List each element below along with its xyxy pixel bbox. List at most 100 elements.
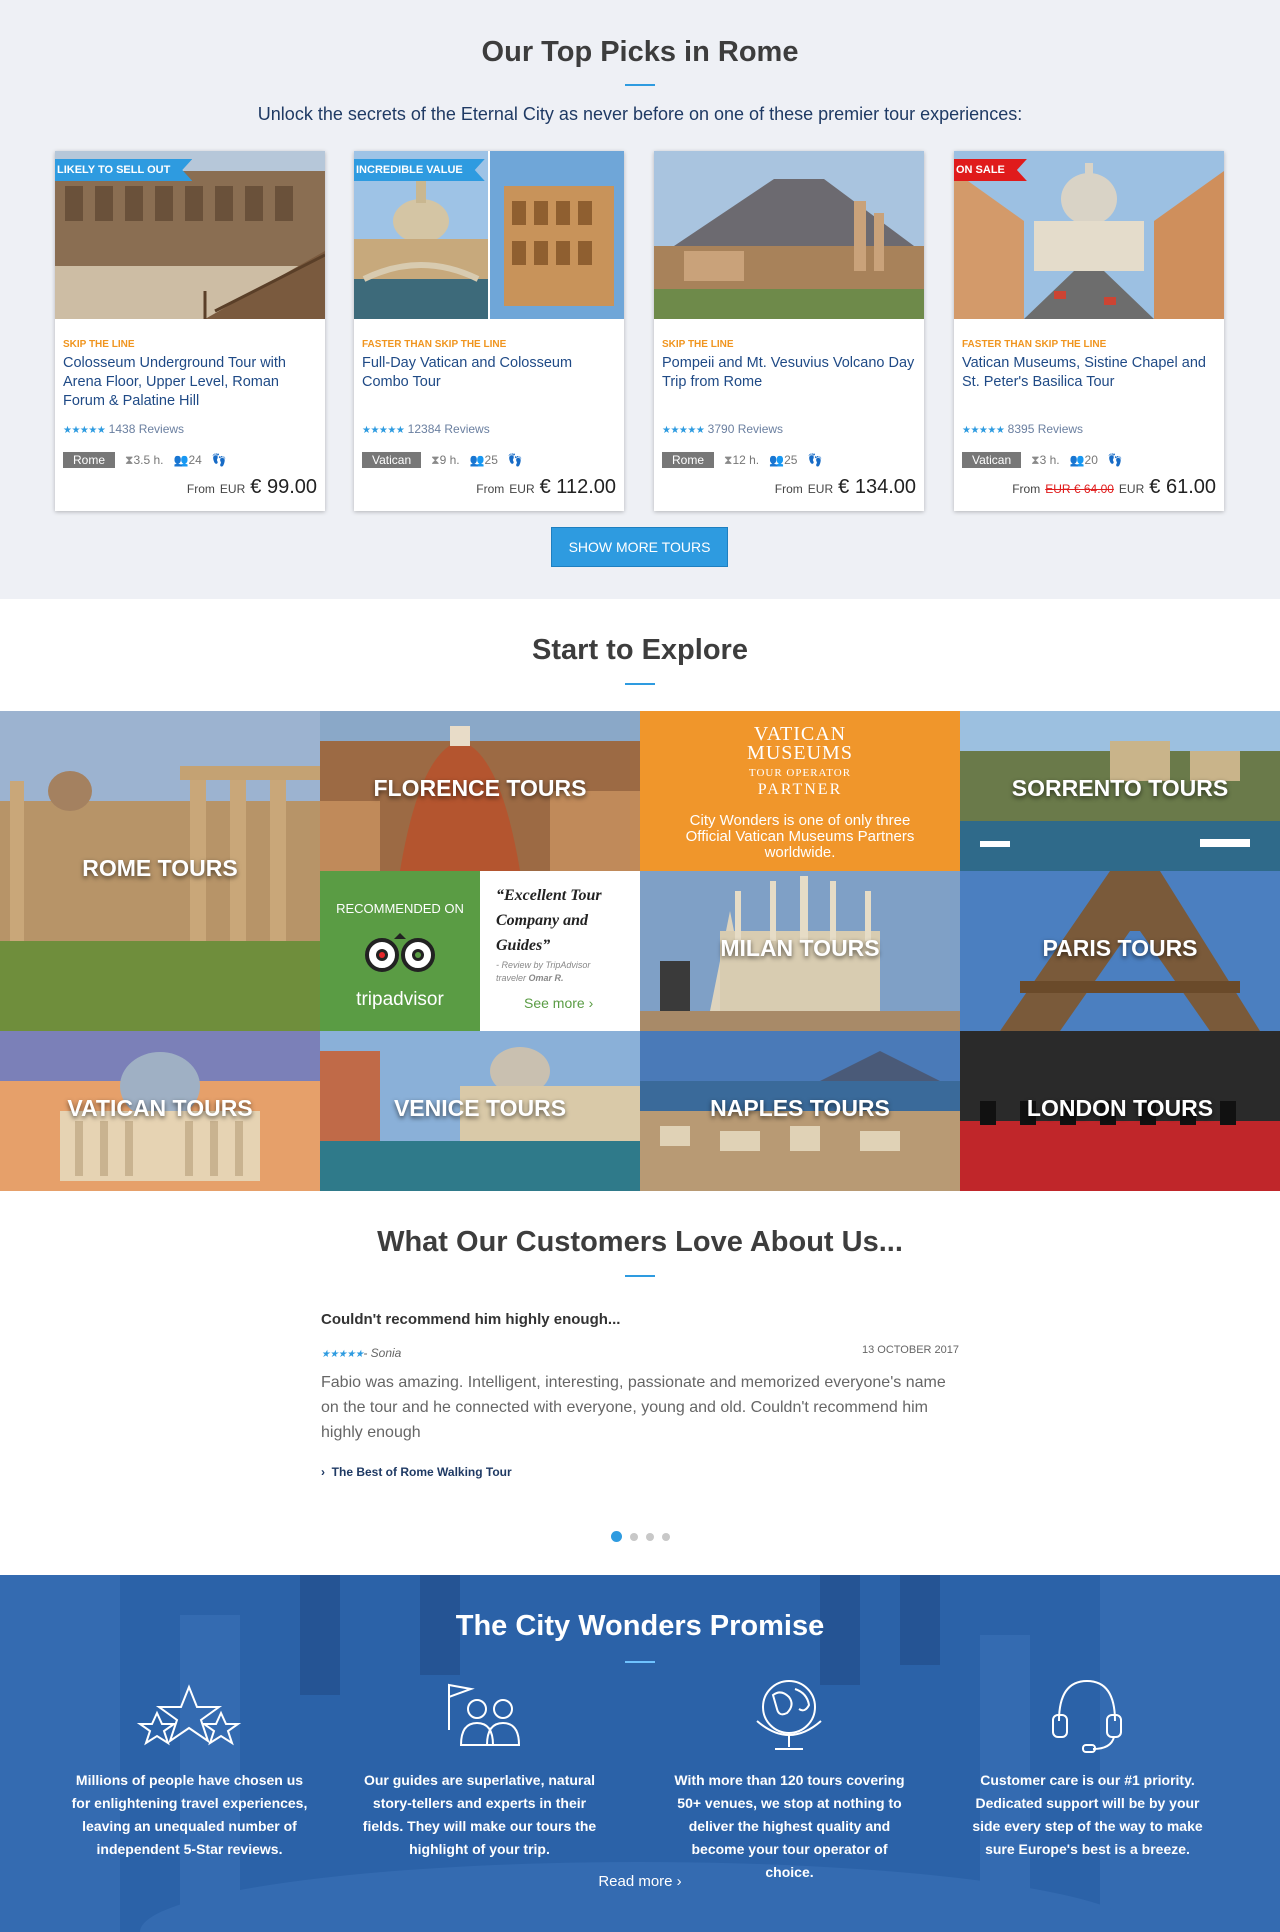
rating-stars-icon: ★★★★★ <box>662 425 705 436</box>
pagination-dot[interactable] <box>646 1532 654 1541</box>
tour-photo-pompeii[interactable] <box>654 151 924 319</box>
tour-tag: FASTER THAN SKIP THE LINE <box>362 339 507 350</box>
tour-meta: Rome ⧗12 h. 👥25 👣 <box>662 451 822 469</box>
tripadvisor-review: “Excellent Tour Company and Guides” - Re… <box>480 871 640 1031</box>
tour-photo-st-peters[interactable]: ON SALE <box>954 151 1224 319</box>
tripadvisor-badge[interactable]: RECOMMENDED ON tripadvisor <box>320 871 480 1031</box>
tour-card[interactable]: ON SALE FASTER THAN SKIP THE LINE Vatica… <box>954 151 1224 511</box>
tile-label: FLORENCE TOURS <box>373 775 587 801</box>
tour-price: From EUR € 112.00 <box>476 476 616 499</box>
promise-text: Millions of people have chosen us for en… <box>71 1772 308 1857</box>
price-from: From <box>186 482 215 496</box>
guides-icon <box>448 1683 521 1746</box>
group-icon: 👥 <box>469 453 485 467</box>
title-divider <box>625 1275 655 1277</box>
price-currency: EUR <box>219 482 246 496</box>
tile-florence-tours[interactable]: FLORENCE TOURS <box>320 711 640 871</box>
tour-name-link[interactable]: Full-Day Vatican and Colosseum Combo Tou… <box>362 354 618 392</box>
tour-rating[interactable]: ★★★★★ 12384 Reviews <box>362 422 490 436</box>
review-date: 13 OCTOBER 2017 <box>861 1344 959 1356</box>
vatican-logo-line4: PARTNER <box>757 781 843 798</box>
review-count: 3790 Reviews <box>707 422 784 436</box>
tour-meta: Rome ⧗3.5 h. 👥24 👣 <box>63 451 227 469</box>
tile-milan-tours[interactable]: MILAN TOURS <box>640 871 960 1031</box>
review-author: Omar R. <box>528 973 564 983</box>
price-amount: € 99.00 <box>250 476 317 498</box>
tile-label: MILAN TOURS <box>720 935 880 961</box>
tour-meta: Vatican ⧗3 h. 👥20 👣 <box>962 451 1123 469</box>
chevron-right-icon: › <box>321 1465 325 1479</box>
tour-price: From EUR € 64.00 EUR € 61.00 <box>1012 476 1216 499</box>
tile-sorrento-tours[interactable]: SORRENTO TOURS <box>960 711 1280 871</box>
rating-stars-icon: ★★★★★ <box>362 425 405 436</box>
top-picks-title: Our Top Picks in Rome <box>481 36 799 68</box>
vatican-partner-text: City Wonders is one of only three Offici… <box>685 812 915 861</box>
pagination-dot[interactable] <box>662 1532 670 1541</box>
badge-on-sale: ON SALE <box>954 159 1027 181</box>
walking-level-icon: 👣 <box>807 453 823 467</box>
location-badge: Rome <box>662 452 715 468</box>
tour-tag: FASTER THAN SKIP THE LINE <box>962 339 1107 350</box>
tour-name-link[interactable]: Colosseum Underground Tour with Arena Fl… <box>63 354 319 411</box>
tour-price: From EUR € 134.00 <box>775 476 916 499</box>
tour-rating[interactable]: ★★★★★ 8395 Reviews <box>962 422 1083 436</box>
price-from: From <box>774 482 803 496</box>
tour-rating[interactable]: ★★★★★ 1438 Reviews <box>63 422 184 436</box>
rating-stars-icon: ★★★★★ <box>321 1349 364 1360</box>
tour-card[interactable]: SKIP THE LINE Pompeii and Mt. Vesuvius V… <box>654 151 924 511</box>
tour-tag: SKIP THE LINE <box>662 339 734 350</box>
tour-name-link[interactable]: Pompeii and Mt. Vesuvius Volcano Day Tri… <box>662 354 918 392</box>
tour-card[interactable]: LIKELY TO SELL OUT SKIP THE LINE Colosse… <box>55 151 325 511</box>
review-author: - Sonia <box>363 1346 402 1360</box>
show-more-tours-button[interactable]: SHOW MORE TOURS <box>551 527 728 567</box>
pagination-dot-active[interactable] <box>611 1531 622 1542</box>
price-currency: EUR <box>807 482 834 496</box>
tripadvisor-owl-icon <box>365 933 435 972</box>
walking-level-icon: 👣 <box>211 453 227 467</box>
tile-label: SORRENTO TOURS <box>1011 775 1229 801</box>
tile-naples-tours[interactable]: NAPLES TOURS <box>640 1031 960 1191</box>
price-amount: € 61.00 <box>1149 476 1216 498</box>
rating-stars-icon: ★★★★★ <box>962 425 1005 436</box>
headset-icon <box>1052 1679 1122 1753</box>
read-more-link[interactable]: Read more › <box>0 1873 1280 1890</box>
explore-title: Start to Explore <box>532 634 748 666</box>
tile-vatican-tours[interactable]: VATICAN TOURS <box>0 1031 320 1191</box>
tour-photo-vatican-colosseum[interactable]: INCREDIBLE VALUE <box>354 151 624 319</box>
reviews-title: What Our Customers Love About Us... <box>377 1226 903 1258</box>
review-count: 12384 Reviews <box>407 422 490 436</box>
price-amount: € 112.00 <box>539 476 616 498</box>
price-from: From <box>1012 482 1041 496</box>
tile-rome-tours[interactable]: ROME TOURS <box>0 711 320 1031</box>
top-picks-section: Our Top Picks in Rome Unlock the secrets… <box>0 0 1280 599</box>
top-picks-subtitle: Unlock the secrets of the Eternal City a… <box>257 104 1023 124</box>
tour-meta: Vatican ⧗9 h. 👥25 👣 <box>362 451 523 469</box>
walking-level-icon: 👣 <box>1107 453 1123 467</box>
review-rating: ★★★★★- Sonia <box>321 1346 401 1360</box>
review-body: Fabio was amazing. Intelligent, interest… <box>321 1374 946 1441</box>
tour-price: From EUR € 99.00 <box>187 476 317 499</box>
tour-name-link[interactable]: Vatican Museums, Sistine Chapel and St. … <box>962 354 1218 392</box>
tile-label: ROME TOURS <box>82 855 238 881</box>
vatican-partner-panel[interactable]: VATICAN MUSEUMS TOUR OPERATOR PARTNER Cit… <box>640 711 960 871</box>
globe-icon <box>756 1680 822 1750</box>
old-price: EUR € 64.00 <box>1045 482 1114 496</box>
title-divider <box>625 84 655 86</box>
tile-paris-tours[interactable]: PARIS TOURS <box>960 871 1280 1031</box>
pagination-dot[interactable] <box>630 1532 638 1541</box>
group-icon: 👥 <box>1069 453 1085 467</box>
price-amount: € 134.00 <box>838 476 916 498</box>
tile-london-tours[interactable]: LONDON TOURS <box>960 1031 1280 1191</box>
badge-incredible-value: INCREDIBLE VALUE <box>354 159 485 181</box>
tile-venice-tours[interactable]: VENICE TOURS <box>320 1031 640 1191</box>
see-more-link[interactable]: See more › <box>524 995 593 1011</box>
tour-rating[interactable]: ★★★★★ 3790 Reviews <box>662 422 783 436</box>
review-tour-link[interactable]: › The Best of Rome Walking Tour <box>321 1465 512 1479</box>
tour-card[interactable]: INCREDIBLE VALUE FASTER THAN SKIP THE LI… <box>354 151 624 511</box>
duration: 9 h. <box>439 452 460 467</box>
vatican-logo-line3: TOUR OPERATOR <box>748 767 852 779</box>
tour-photo-colosseum[interactable]: LIKELY TO SELL OUT <box>55 151 325 319</box>
tile-label: PARIS TOURS <box>1042 935 1198 961</box>
tile-label: VATICAN TOURS <box>67 1095 253 1121</box>
review-count: 8395 Reviews <box>1007 422 1084 436</box>
